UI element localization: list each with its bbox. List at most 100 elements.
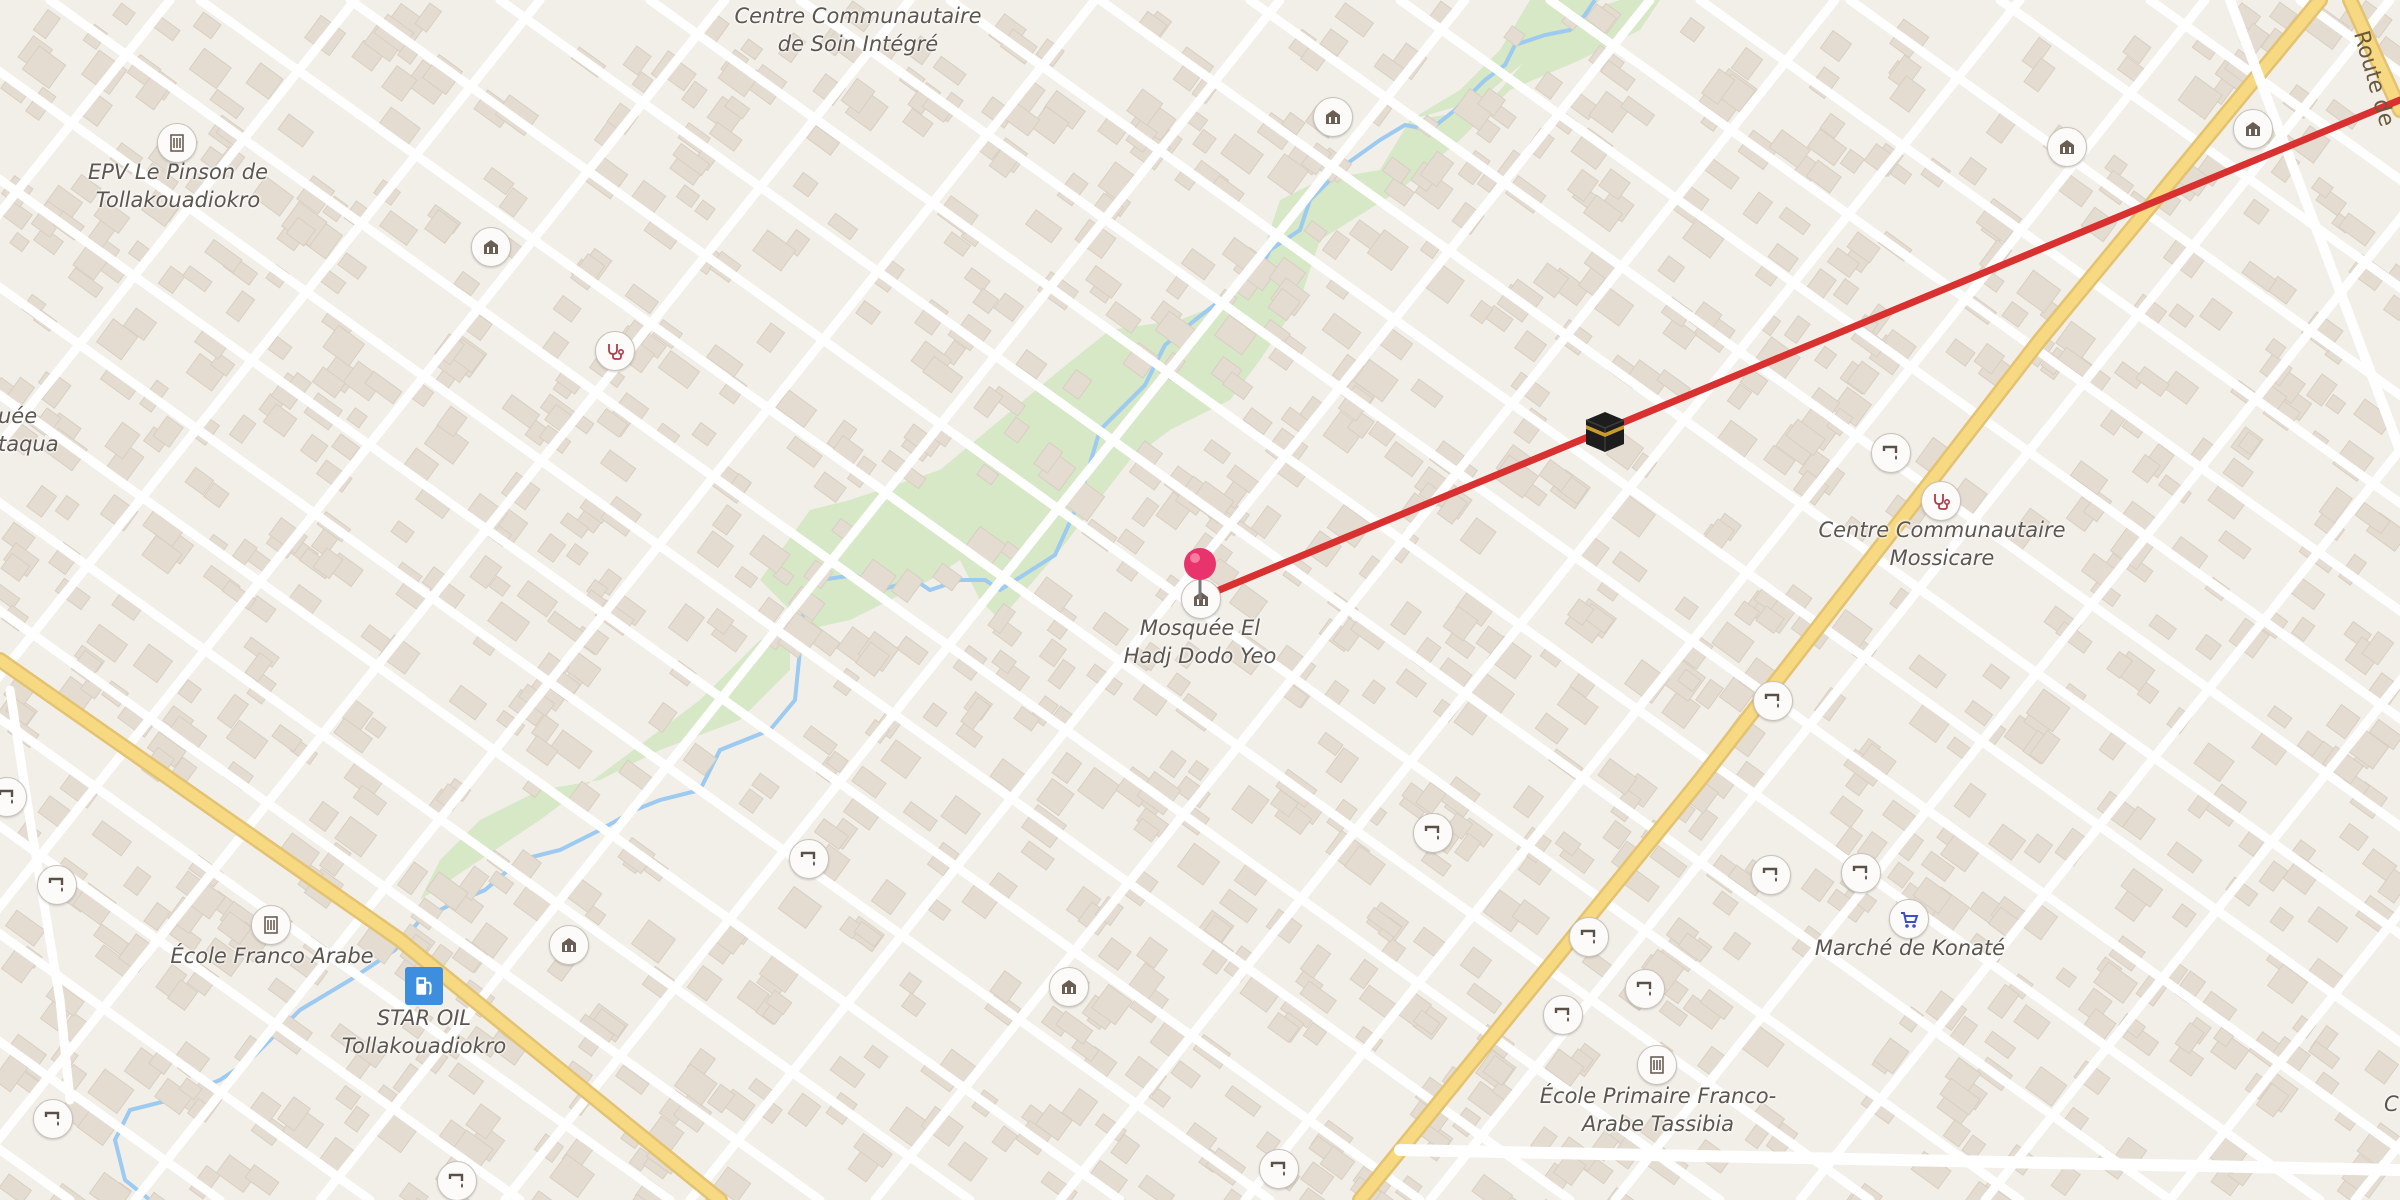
doctor-icon[interactable] <box>1921 481 1961 521</box>
building <box>299 433 329 463</box>
building <box>1588 90 1631 134</box>
school-icon[interactable] <box>157 123 197 163</box>
water-tap-icon[interactable] <box>1413 813 1453 853</box>
map-view[interactable]: Centre Communautaire de Soin Intégré EPV… <box>0 0 2400 1200</box>
building <box>2055 967 2078 989</box>
building <box>667 603 706 642</box>
building <box>2307 906 2349 943</box>
building <box>54 494 80 521</box>
building <box>1598 168 1631 201</box>
building <box>2364 1049 2400 1085</box>
label-ecole-franco-arabe: École Franco Arabe <box>170 944 374 968</box>
label-line: Centre Communautaire <box>734 4 982 28</box>
water-tap-icon[interactable] <box>1751 855 1791 895</box>
building <box>1471 1173 1514 1200</box>
building <box>122 866 152 897</box>
building <box>1658 1000 1689 1027</box>
building <box>225 290 256 323</box>
building <box>1317 731 1344 757</box>
building <box>870 878 907 916</box>
building <box>537 533 567 563</box>
building <box>2177 75 2223 121</box>
building <box>343 1105 370 1133</box>
building <box>2168 303 2195 328</box>
building <box>622 45 652 76</box>
building <box>1349 958 1379 990</box>
building <box>228 414 257 444</box>
building <box>2013 1004 2051 1040</box>
building <box>1395 668 1427 698</box>
doctor-icon[interactable] <box>595 331 635 371</box>
building <box>2163 370 2200 405</box>
water-tap-icon[interactable] <box>1871 433 1911 473</box>
bank-icon[interactable] <box>1313 97 1353 137</box>
water-tap-icon[interactable] <box>37 865 77 905</box>
label-edge-right: C <box>2384 1092 2399 1116</box>
building <box>1984 1030 2017 1060</box>
label-line: Hadj Dodo Yeo <box>1123 644 1277 668</box>
building <box>1051 751 1083 785</box>
fuel-icon[interactable] <box>405 967 443 1005</box>
water-tap-icon[interactable] <box>1753 681 1793 721</box>
building <box>863 1044 889 1069</box>
building <box>855 300 882 325</box>
water-tap-icon[interactable] <box>437 1161 477 1200</box>
building <box>899 971 923 995</box>
bank-icon[interactable] <box>1049 967 1089 1007</box>
building <box>734 565 759 589</box>
bank-icon[interactable] <box>2233 109 2273 149</box>
building <box>1813 345 1838 370</box>
building <box>483 166 515 196</box>
water-tap-icon[interactable] <box>789 839 829 879</box>
building <box>2171 903 2197 928</box>
building <box>896 635 929 666</box>
building <box>188 47 232 90</box>
building <box>390 520 415 544</box>
label-centre-soin: Centre Communautaire de Soin Intégré <box>734 2 981 58</box>
bank-icon[interactable] <box>2047 127 2087 167</box>
building <box>1459 946 1493 979</box>
building <box>1832 277 1860 306</box>
water-tap-icon[interactable] <box>1841 853 1881 893</box>
building <box>991 1125 1019 1153</box>
building <box>565 542 589 566</box>
building <box>448 684 488 721</box>
building <box>2148 613 2177 641</box>
location-pin-icon[interactable] <box>1182 546 1218 602</box>
building <box>2166 841 2203 874</box>
water-tap-icon[interactable] <box>1543 995 1583 1035</box>
label-line: STAR OIL <box>376 1006 472 1030</box>
school-icon[interactable] <box>251 905 291 945</box>
building <box>487 601 531 642</box>
school-icon[interactable] <box>1637 1045 1677 1085</box>
building <box>1170 1060 1202 1089</box>
building <box>1722 931 1752 961</box>
building <box>145 1191 177 1200</box>
building <box>1361 679 1387 705</box>
marketplace-icon[interactable] <box>1889 899 1929 939</box>
label-ecole-primaire: École Primaire Franco- Arabe Tassibia <box>1540 1082 1776 1138</box>
building <box>1097 937 1132 971</box>
building <box>922 702 948 728</box>
building <box>9 231 30 253</box>
building <box>1024 209 1063 244</box>
building <box>2264 337 2287 360</box>
water-tap-icon[interactable] <box>1259 1149 1299 1189</box>
bank-icon[interactable] <box>471 227 511 267</box>
building <box>1839 148 1866 175</box>
bank-icon[interactable] <box>549 925 589 965</box>
water-tap-icon[interactable] <box>1569 917 1609 957</box>
water-tap-icon[interactable] <box>33 1099 73 1139</box>
label-line: uée <box>0 404 38 428</box>
building <box>880 739 922 780</box>
kaaba-icon[interactable] <box>1580 406 1630 456</box>
building <box>1819 29 1853 63</box>
building <box>675 184 701 209</box>
label-mosquee-partial: uée taqua <box>0 402 59 458</box>
building <box>524 1190 556 1200</box>
building <box>963 267 991 293</box>
building <box>1187 759 1210 782</box>
building <box>2217 530 2252 560</box>
water-tap-icon[interactable] <box>1625 969 1665 1009</box>
building <box>829 1055 866 1089</box>
